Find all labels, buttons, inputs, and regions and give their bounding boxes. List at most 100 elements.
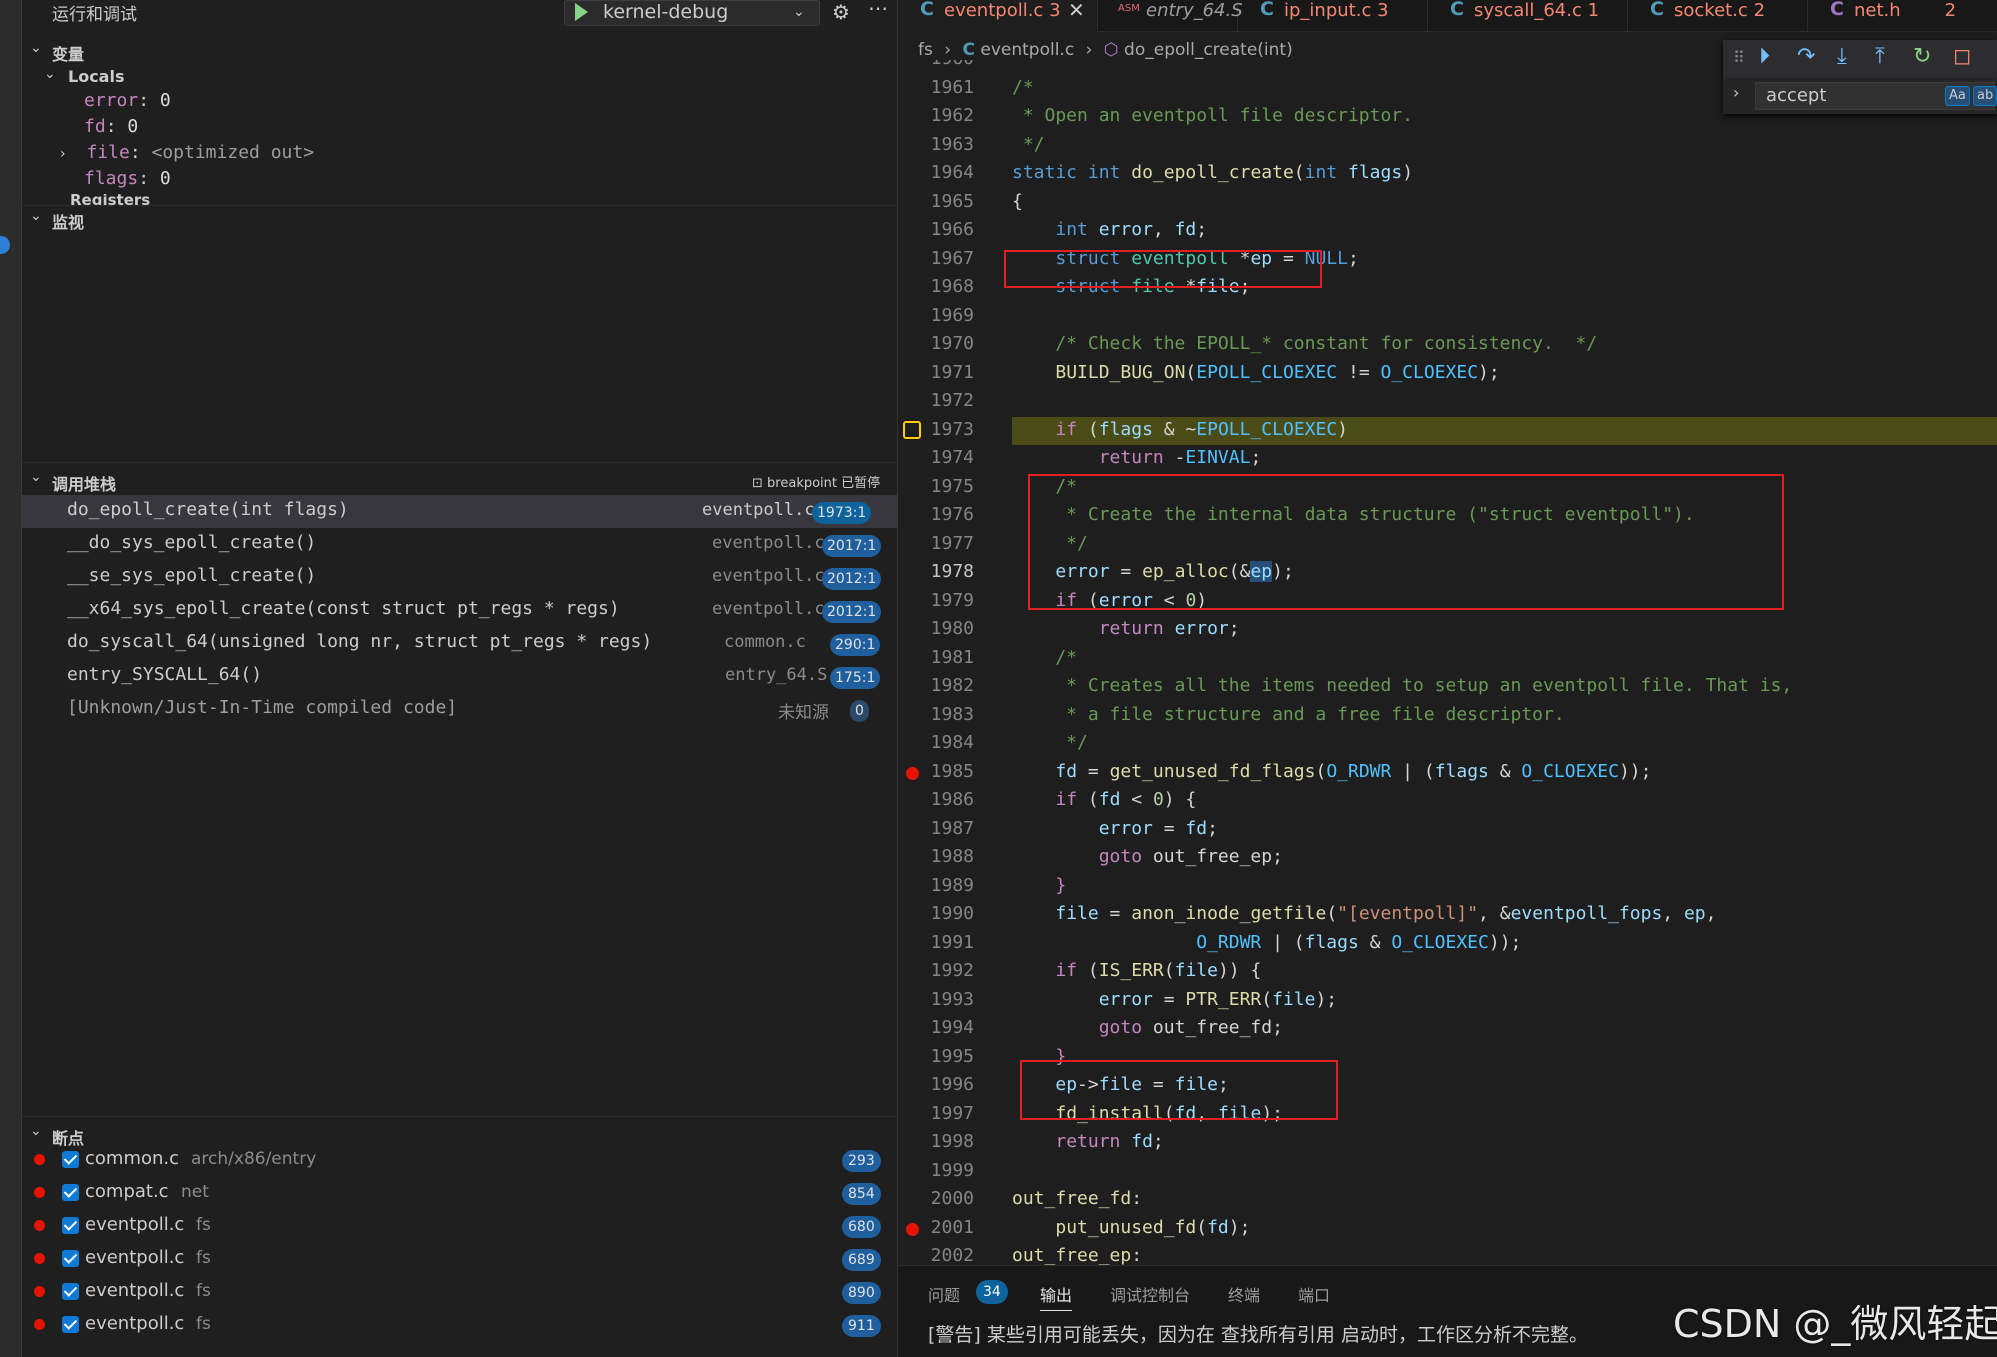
pause-icon: ⊡ [752, 476, 763, 491]
code-line: 1966 int error, fd; [930, 219, 1208, 240]
step-into-icon[interactable]: ⤓ [1837, 44, 1847, 69]
drag-handle-icon[interactable]: ⠿ [1733, 48, 1745, 67]
run-toolbar: 运行和调试 kernel-debug ⌄ ⚙ ⋯ [22, 0, 898, 26]
breakpoint-checkbox[interactable] [62, 1151, 79, 1168]
code-line: 1963 */ [930, 133, 1045, 155]
gear-icon[interactable]: ⚙ [832, 0, 850, 24]
tab-net-h[interactable]: C net.h 2 [1808, 0, 1997, 32]
c-file-icon: C [962, 40, 975, 60]
callstack-frame[interactable]: __x64_sys_epoll_create(const struct pt_r… [22, 594, 898, 627]
c-file-icon: C [920, 0, 934, 20]
locals-scope-header[interactable]: ⌄ Locals [22, 64, 898, 92]
more-actions-icon[interactable]: ⋯ [868, 0, 888, 20]
tab-ports[interactable]: 端口 [1298, 1282, 1330, 1306]
close-icon[interactable]: ✕ [1068, 0, 1085, 22]
breakpoints-section-header[interactable]: ⌄ 断点 [22, 1116, 898, 1148]
code-line: 2002 out_free_ep: [930, 1245, 1143, 1265]
callstack-frame[interactable]: do_syscall_64(unsigned long nr, struct p… [22, 627, 898, 660]
chevron-down-icon: ⌄ [30, 208, 42, 224]
run-and-debug-sidebar: 运行和调试 kernel-debug ⌄ ⚙ ⋯ ⌄ 变量 ⌄ Locals e… [22, 0, 898, 1357]
code-line: 1980 return error; [930, 618, 1240, 639]
breadcrumb-dir[interactable]: fs [918, 40, 933, 60]
breadcrumb-symbol[interactable]: do_epoll_create(int) [1124, 40, 1293, 60]
breakpoint-checkbox[interactable] [62, 1217, 79, 1234]
watermark: CSDN @_微风轻起 [1673, 1302, 1997, 1346]
tab-problems[interactable]: 问题 [928, 1282, 960, 1306]
chevron-right-icon[interactable]: › [1733, 83, 1739, 102]
breakpoint-icon [34, 1154, 45, 1165]
code-line: 1974 return -EINVAL; [930, 447, 1262, 468]
tab-output[interactable]: 输出 [1040, 1282, 1073, 1311]
tab-ip-input-c[interactable]: C ip_input.c 3 [1238, 0, 1428, 32]
tab-eventpoll-c[interactable]: C eventpoll.c 3 ✕ [898, 0, 1098, 32]
code-editor[interactable]: 1960 1961/* 1962 * Open an eventpoll fil… [898, 60, 1997, 1265]
breadcrumb: fs › C eventpoll.c › ⬡ do_epoll_create(i… [918, 40, 1293, 60]
c-file-icon: C [1260, 0, 1274, 20]
chevron-right-icon: › [60, 146, 66, 162]
chevron-down-icon[interactable]: ⌄ [793, 4, 805, 20]
tab-terminal[interactable]: 终端 [1228, 1282, 1260, 1306]
code-line: 1986 if (fd < 0) { [930, 789, 1197, 810]
code-line: 2001 put_unused_fd(fd); [898, 1215, 1997, 1244]
breakpoint-item[interactable]: compat.c net 854 [22, 1176, 898, 1209]
breakpoint-item[interactable]: eventpoll.c fs 890 [22, 1275, 898, 1308]
callstack-frame[interactable]: __do_sys_epoll_create() eventpoll.c 2017… [22, 528, 898, 561]
tab-socket-c[interactable]: C socket.c 2 [1628, 0, 1808, 32]
code-line: 1992 if (IS_ERR(file)) { [930, 960, 1262, 981]
sidebar-title: 运行和调试 [52, 5, 137, 25]
annotation-box [1020, 1060, 1338, 1120]
breadcrumb-file[interactable]: eventpoll.c [980, 40, 1074, 60]
breakpoint-icon [34, 1187, 45, 1198]
restart-icon[interactable]: ↻ [1913, 44, 1931, 69]
output-message: [警告] 某些引用可能丢失，因为在 查找所有引用 启动时，工作区分析不完整。 [928, 1324, 1588, 1346]
variable-row[interactable]: fd: 0 [84, 116, 138, 137]
launch-config-name: kernel-debug [603, 1, 729, 23]
step-over-icon[interactable]: ↷ [1797, 44, 1815, 69]
breakpoint-checkbox[interactable] [62, 1316, 79, 1333]
breakpoint-checkbox[interactable] [62, 1184, 79, 1201]
launch-config-select[interactable]: kernel-debug ⌄ [564, 0, 820, 26]
step-out-icon[interactable]: ⤒ [1875, 44, 1885, 69]
watch-section-header[interactable]: ⌄ 监视 [22, 205, 898, 233]
debug-toolbar: ⠿ ⏵ ↷ ⤓ ⤒ ↻ ◻ [1723, 40, 1997, 80]
tab-syscall-64-c[interactable]: C syscall_64.c 1 [1428, 0, 1628, 32]
breakpoint-item[interactable]: common.c arch/x86/entry 293 [22, 1143, 898, 1176]
activity-bar [0, 0, 22, 1357]
chevron-down-icon: ⌄ [30, 40, 42, 56]
code-line: 1989 } [930, 874, 1067, 896]
variable-row[interactable]: flags: 0 [84, 168, 171, 189]
variable-row-expandable[interactable]: › file: <optimized out> [60, 142, 314, 163]
code-line: 1993 error = PTR_ERR(file); [930, 988, 1338, 1010]
continue-icon[interactable]: ⏵ [1759, 44, 1770, 69]
code-line: 1991 O_RDWR | (flags & O_CLOEXEC)); [930, 931, 1522, 953]
breakpoint-item[interactable]: eventpoll.c fs 911 [22, 1308, 898, 1341]
breakpoint-item[interactable]: eventpoll.c fs 689 [22, 1242, 898, 1275]
start-debugging-icon[interactable] [575, 3, 588, 21]
debug-activity-indicator[interactable] [0, 236, 10, 254]
tab-entry-64-s[interactable]: ASM entry_64.S [1098, 0, 1243, 32]
code-line: 1984 */ [930, 732, 1088, 753]
c-file-icon: C [1650, 0, 1664, 20]
chevron-down-icon: ⌄ [30, 469, 42, 485]
callstack-frame[interactable]: entry_SYSCALL_64() entry_64.S 175:1 [22, 660, 898, 693]
breakpoint-item[interactable]: eventpoll.c fs 680 [22, 1209, 898, 1242]
variables-section-header[interactable]: ⌄ 变量 [22, 38, 898, 66]
chevron-down-icon: ⌄ [44, 66, 56, 82]
code-line: 1972 [930, 390, 974, 411]
code-line: 1983 * a file structure and a free file … [930, 703, 1565, 725]
match-whole-word-toggle[interactable]: ab [1973, 86, 1997, 106]
breakpoint-checkbox[interactable] [62, 1250, 79, 1267]
match-case-toggle[interactable]: Aa [1945, 86, 1970, 106]
callstack-frame[interactable]: [Unknown/Just-In-Time compiled code] 未知源… [22, 693, 898, 726]
code-line: 1987 error = fd; [930, 817, 1218, 839]
stop-icon[interactable]: ◻ [1953, 44, 1971, 69]
variable-row[interactable]: error: 0 [84, 90, 171, 111]
code-line: 1985 fd = get_unused_fd_flags(O_RDWR | (… [898, 759, 1997, 788]
code-line: 1998 return fd; [930, 1131, 1164, 1152]
code-line: 1999 [930, 1159, 974, 1181]
callstack-frame[interactable]: do_epoll_create(int flags) eventpoll.c 1… [22, 495, 898, 528]
tab-debug-console[interactable]: 调试控制台 [1110, 1282, 1190, 1306]
callstack-frame[interactable]: __se_sys_epoll_create() eventpoll.c 2012… [22, 561, 898, 594]
annotation-box [1004, 250, 1322, 288]
breakpoint-checkbox[interactable] [62, 1283, 79, 1300]
